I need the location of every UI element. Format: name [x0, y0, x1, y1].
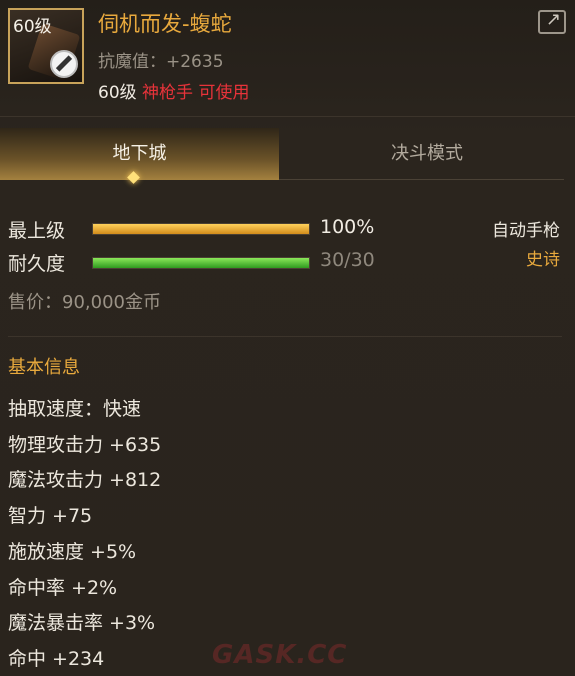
watermark: GASK.CC [212, 640, 348, 670]
magic-resist-stat: 抗魔值：+2635 [98, 52, 224, 72]
attribute-line: 魔法暴击率 +3% [8, 612, 156, 634]
rarity-label: 史诗 [526, 250, 560, 270]
durability-bar [92, 257, 310, 269]
durability-value: 30/30 [320, 249, 375, 271]
basic-info-title: 基本信息 [8, 357, 80, 378]
attribute-line: 施放速度 +5% [8, 541, 137, 563]
requirement-line: 60级 神枪手 可使用 [98, 78, 249, 103]
required-level: 60级 [98, 83, 137, 103]
grade-bar [92, 223, 310, 235]
attribute-line: 智力 +75 [8, 505, 93, 527]
item-name: 伺机而发-蝮蛇 [98, 12, 232, 36]
divider [8, 336, 562, 337]
item-tooltip-panel: 60级 伺机而发-蝮蛇 抗魔值：+2635 60级 神枪手 可使用 地下城 决斗… [0, 0, 575, 676]
divider [0, 116, 575, 117]
attribute-line: 物理攻击力 +635 [8, 434, 162, 456]
required-class: 神枪手 可使用 [142, 83, 250, 103]
durability-label: 耐久度 [8, 253, 66, 275]
tab-pvp-mode[interactable]: 决斗模式 [279, 128, 575, 180]
attribute-line: 魔法攻击力 +812 [8, 469, 162, 491]
sell-price: 售价：90,000金币 [8, 292, 161, 313]
share-icon[interactable] [538, 9, 566, 34]
attribute-line: 抽取速度：快速 [8, 398, 142, 420]
attribute-line: 命中率 +2% [8, 577, 118, 599]
ban-icon [50, 50, 78, 78]
attribute-line: 命中 +234 [8, 648, 105, 670]
item-icon-level: 60级 [13, 17, 52, 37]
item-icon[interactable]: 60级 [8, 8, 84, 84]
grade-bar-fill [93, 224, 309, 234]
tab-dungeon[interactable]: 地下城 [0, 128, 279, 180]
durability-bar-fill [93, 258, 309, 268]
tab-underline [279, 179, 564, 180]
weapon-type: 自动手枪 [492, 221, 560, 241]
grade-value: 100% [320, 216, 375, 238]
grade-label: 最上级 [8, 220, 66, 242]
